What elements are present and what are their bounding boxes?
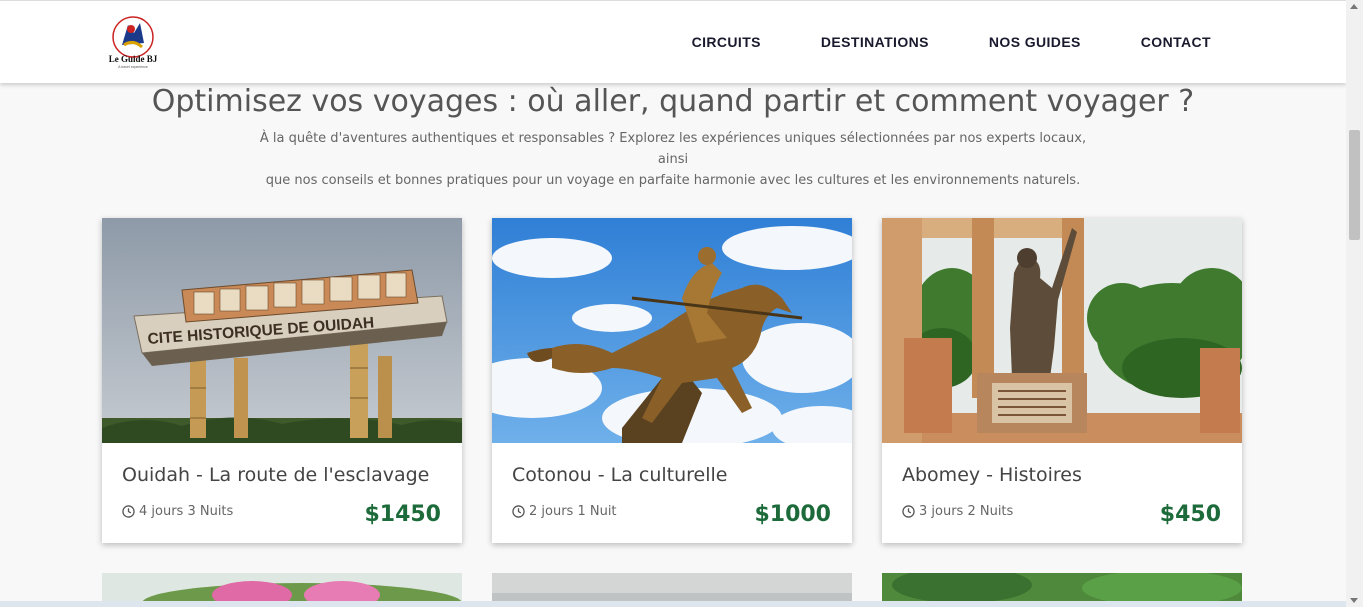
main-nav: CIRCUITS DESTINATIONS NOS GUIDES CONTACT: [692, 34, 1211, 50]
logo-text: Le Guide BJ: [109, 54, 158, 64]
card-image-abomey: [882, 218, 1242, 443]
nav-nos-guides[interactable]: NOS GUIDES: [989, 34, 1081, 50]
card-title[interactable]: Cotonou - La culturelle: [512, 464, 727, 486]
card-duration-text: 3 jours 2 Nuits: [919, 504, 1014, 519]
bottom-status-bar: [0, 601, 1346, 607]
clock-icon: [902, 505, 915, 518]
site-header: Le Guide BJ A travel experience CIRCUITS…: [0, 0, 1346, 83]
scroll-thumb[interactable]: [1349, 130, 1360, 240]
card-image-cotonou: [492, 218, 852, 443]
nav-contact[interactable]: CONTACT: [1141, 34, 1211, 50]
card-duration-text: 4 jours 3 Nuits: [139, 504, 234, 519]
circuit-card-ouidah[interactable]: CITE HISTORIQUE DE OUIDAH Ouidah - La ro…: [102, 218, 462, 543]
card-duration: 2 jours 1 Nuit: [512, 504, 617, 519]
logo-tagline: A travel experience: [118, 65, 148, 69]
scroll-down-arrow-icon[interactable]: [1350, 598, 1358, 603]
card-price: $450: [1159, 502, 1221, 527]
clock-icon: [122, 505, 135, 518]
nav-circuits[interactable]: CIRCUITS: [692, 34, 761, 50]
card-duration-text: 2 jours 1 Nuit: [529, 504, 617, 519]
intro-text: À la quête d'aventures authentiques et r…: [250, 128, 1096, 191]
clock-icon: [512, 505, 525, 518]
nav-destinations[interactable]: DESTINATIONS: [821, 34, 929, 50]
card-title[interactable]: Ouidah - La route de l'esclavage: [122, 464, 429, 486]
intro-line-1: À la quête d'aventures authentiques et r…: [259, 131, 1087, 167]
scroll-up-arrow-icon[interactable]: [1350, 4, 1358, 9]
card-duration: 4 jours 3 Nuits: [122, 504, 233, 519]
page-scrollbar[interactable]: [1346, 0, 1363, 607]
circuit-card-abomey[interactable]: Abomey - Histoires 3 jours 2 Nuits $450: [882, 218, 1242, 543]
circuit-card-cotonou[interactable]: Cotonou - La culturelle 2 jours 1 Nuit $…: [492, 218, 852, 543]
page-title: Optimisez vos voyages : où aller, quand …: [151, 84, 1195, 119]
card-price: $1450: [364, 502, 441, 527]
intro-line-2: que nos conseils et bonnes pratiques pou…: [265, 173, 1081, 188]
card-duration: 3 jours 2 Nuits: [902, 504, 1013, 519]
card-title[interactable]: Abomey - Histoires: [902, 464, 1082, 486]
site-logo[interactable]: Le Guide BJ A travel experience: [104, 15, 162, 69]
card-image-ouidah: CITE HISTORIQUE DE OUIDAH: [102, 218, 462, 443]
card-price: $1000: [754, 502, 831, 527]
